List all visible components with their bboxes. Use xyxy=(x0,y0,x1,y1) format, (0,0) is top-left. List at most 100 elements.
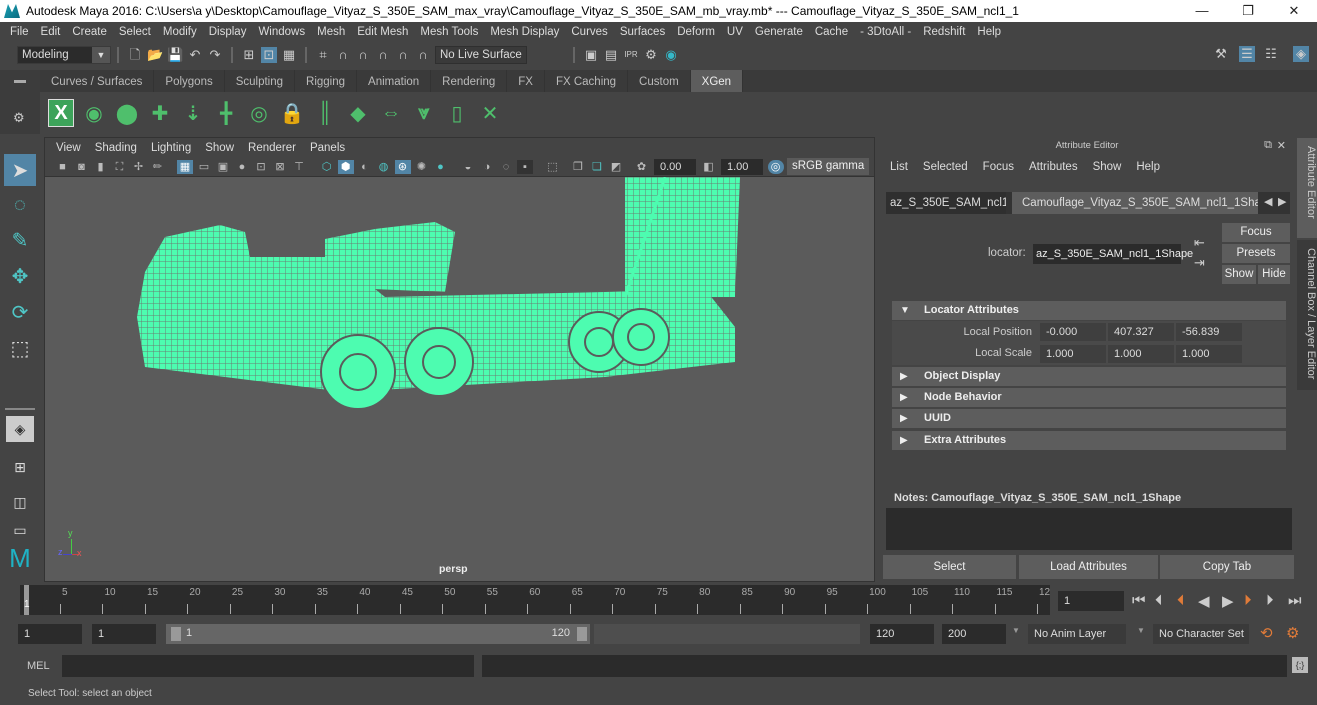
node-name-field[interactable]: az_S_350E_SAM_ncl1_1Shape xyxy=(1033,244,1193,264)
textured-icon[interactable]: ⊛ xyxy=(394,159,411,174)
preview-icon[interactable]: ◉ xyxy=(81,99,107,127)
guides-icon[interactable]: ║ xyxy=(312,99,338,127)
delete-guide-icon[interactable]: ✕ xyxy=(477,99,503,127)
safe-title-icon[interactable]: ⊤ xyxy=(291,160,307,174)
open-scene-icon[interactable]: 📂 xyxy=(147,47,163,63)
use-all-lights-icon[interactable]: ✺ xyxy=(414,160,430,174)
load-attributes-button[interactable]: Load Attributes xyxy=(1019,555,1158,579)
character-set-selector[interactable]: No Character Set xyxy=(1153,624,1249,644)
xray-icon[interactable]: ❐ xyxy=(570,160,586,174)
ae-menu-selected[interactable]: Selected xyxy=(923,161,968,173)
guide-frame-icon[interactable]: ▯ xyxy=(444,99,470,127)
outliner-layout-icon[interactable]: ▭ xyxy=(4,521,36,539)
go-to-end-icon[interactable]: ⏭ xyxy=(1288,592,1302,609)
use-default-material-icon[interactable]: ◐ xyxy=(357,160,373,174)
ipr-render-icon[interactable]: IPR xyxy=(623,47,639,63)
grid-icon[interactable]: ▦ xyxy=(177,159,193,174)
xgen-library-icon[interactable]: X xyxy=(48,99,74,127)
snap-grid-icon[interactable]: ⌗ xyxy=(315,47,331,63)
menu-modify[interactable]: Modify xyxy=(157,26,203,38)
character-set-dropdown-icon[interactable]: ▼ xyxy=(1137,626,1145,635)
animation-end-field[interactable]: 200 xyxy=(942,624,1006,644)
ae-menu-help[interactable]: Help xyxy=(1136,161,1160,173)
hide-button[interactable]: Hide xyxy=(1258,265,1290,284)
playback-end-field[interactable]: 120 xyxy=(870,624,934,644)
menu-surfaces[interactable]: Surfaces xyxy=(614,26,671,38)
ae-menu-focus[interactable]: Focus xyxy=(983,161,1014,173)
side-tab-attribute-editor[interactable]: Attribute Editor xyxy=(1297,138,1317,238)
hypershade-icon[interactable]: ◉ xyxy=(663,47,679,63)
image-plane-icon[interactable]: ⛶ xyxy=(112,160,128,174)
select-hierarchy-icon[interactable]: ⊞ xyxy=(241,47,257,63)
motion-blur-icon[interactable]: ◑ xyxy=(479,160,495,174)
menu-select[interactable]: Select xyxy=(113,26,157,38)
playback-start-field[interactable]: 1 xyxy=(92,624,156,644)
menu-edit[interactable]: Edit xyxy=(35,26,67,38)
tab-rigging[interactable]: Rigging xyxy=(295,70,358,92)
local-position-z-field[interactable]: -56.839 xyxy=(1176,323,1242,341)
viewport-menu-shading[interactable]: Shading xyxy=(88,142,144,154)
menu-deform[interactable]: Deform xyxy=(671,26,721,38)
shadows-icon[interactable]: ● xyxy=(433,160,449,174)
isolate-select-icon[interactable]: ⬚ xyxy=(545,160,561,174)
select-tool-icon[interactable]: ➤ xyxy=(4,154,36,186)
time-ruler[interactable]: 1 5 10 15 20 25 30 35 40 45 50 55 60 65 70 75 80 85 90 95 1… xyxy=(20,585,1050,615)
add-guide-icon[interactable]: ✚ xyxy=(147,99,173,127)
menu-uv[interactable]: UV xyxy=(721,26,749,38)
local-scale-y-field[interactable]: 1.000 xyxy=(1108,345,1174,363)
menu-help[interactable]: Help xyxy=(971,26,1007,38)
select-component-icon[interactable]: ▦ xyxy=(281,47,297,63)
tab-scroll-right-icon[interactable]: ▶ xyxy=(1278,195,1286,208)
maximize-button[interactable]: ❐ xyxy=(1225,0,1271,22)
select-guide-icon[interactable]: ⩔ xyxy=(411,99,437,127)
tab-polygons[interactable]: Polygons xyxy=(154,70,225,92)
local-position-x-field[interactable]: -0.000 xyxy=(1040,323,1106,341)
render-settings-icon[interactable]: ⚙ xyxy=(643,47,659,63)
redo-icon[interactable]: ↷ xyxy=(207,47,223,63)
local-scale-x-field[interactable]: 1.000 xyxy=(1040,345,1106,363)
tab-custom[interactable]: Custom xyxy=(628,70,691,92)
exposure-field[interactable]: 0.00 xyxy=(654,158,696,175)
tab-curves-surfaces[interactable]: Curves / Surfaces xyxy=(40,70,155,92)
section-locator-attributes[interactable]: ▼ Locator Attributes xyxy=(892,301,1286,320)
menu-file[interactable]: File xyxy=(4,26,35,38)
clear-preview-icon[interactable]: ⬤ xyxy=(114,99,140,127)
tab-fx[interactable]: FX xyxy=(507,70,545,92)
grease-pencil-icon[interactable]: ✏ xyxy=(150,160,166,174)
undo-icon[interactable]: ↶ xyxy=(187,47,203,63)
load-output-connection-icon[interactable]: ⇥ xyxy=(1194,255,1205,271)
menu-redshift[interactable]: Redshift xyxy=(917,26,971,38)
rebuild-guide-icon[interactable]: ⇔ xyxy=(378,99,404,127)
range-bar[interactable]: 1 120 xyxy=(166,624,590,644)
single-pane-layout-icon[interactable]: ◈ xyxy=(6,416,34,442)
ae-menu-show[interactable]: Show xyxy=(1093,161,1122,173)
command-language-label[interactable]: MEL xyxy=(27,660,50,672)
step-forward-key-icon[interactable]: ⏵ xyxy=(1244,592,1252,609)
wireframe-icon[interactable]: ⬡ xyxy=(319,160,335,174)
range-end-handle[interactable] xyxy=(577,627,587,641)
live-surface-field[interactable]: No Live Surface xyxy=(435,45,527,64)
screen-space-ao-icon[interactable]: ◒ xyxy=(460,160,476,174)
play-backward-icon[interactable]: ◀ xyxy=(1198,592,1210,610)
focus-button[interactable]: Focus xyxy=(1222,223,1290,242)
mode-selector[interactable]: Modeling ▼ xyxy=(17,45,111,64)
menu-create[interactable]: Create xyxy=(66,26,113,38)
viewport-menu-lighting[interactable]: Lighting xyxy=(144,142,198,154)
auto-key-icon[interactable]: ⟲ xyxy=(1260,624,1273,642)
step-back-frame-icon[interactable]: ⏴ xyxy=(1155,592,1163,609)
two-pane-layout-icon[interactable]: ◫ xyxy=(4,486,36,518)
menu-edit-mesh[interactable]: Edit Mesh xyxy=(351,26,414,38)
step-back-key-icon[interactable]: ⏴ xyxy=(1177,592,1185,609)
camera-attributes-icon[interactable]: ◙ xyxy=(74,160,90,174)
copy-tab-button[interactable]: Copy Tab xyxy=(1160,555,1294,579)
patches-icon[interactable]: ◆ xyxy=(345,99,371,127)
color-management-toggle-icon[interactable]: ◎ xyxy=(767,159,784,174)
channel-box-toggle-icon[interactable]: ◈ xyxy=(1293,46,1309,62)
camouflage-vityaz-truck-model[interactable] xyxy=(45,177,876,437)
snap-view-plane-icon[interactable]: ∩ xyxy=(375,47,391,63)
tool-settings-icon[interactable]: ☷ xyxy=(1263,46,1279,62)
lasso-tool-icon[interactable]: ◌ xyxy=(4,189,36,221)
shelf-menu-icon[interactable] xyxy=(14,80,26,83)
tab-shape-node[interactable]: Camouflage_Vityaz_S_350E_SAM_ncl1_1Shape xyxy=(1012,192,1258,214)
tab-fx-caching[interactable]: FX Caching xyxy=(545,70,629,92)
